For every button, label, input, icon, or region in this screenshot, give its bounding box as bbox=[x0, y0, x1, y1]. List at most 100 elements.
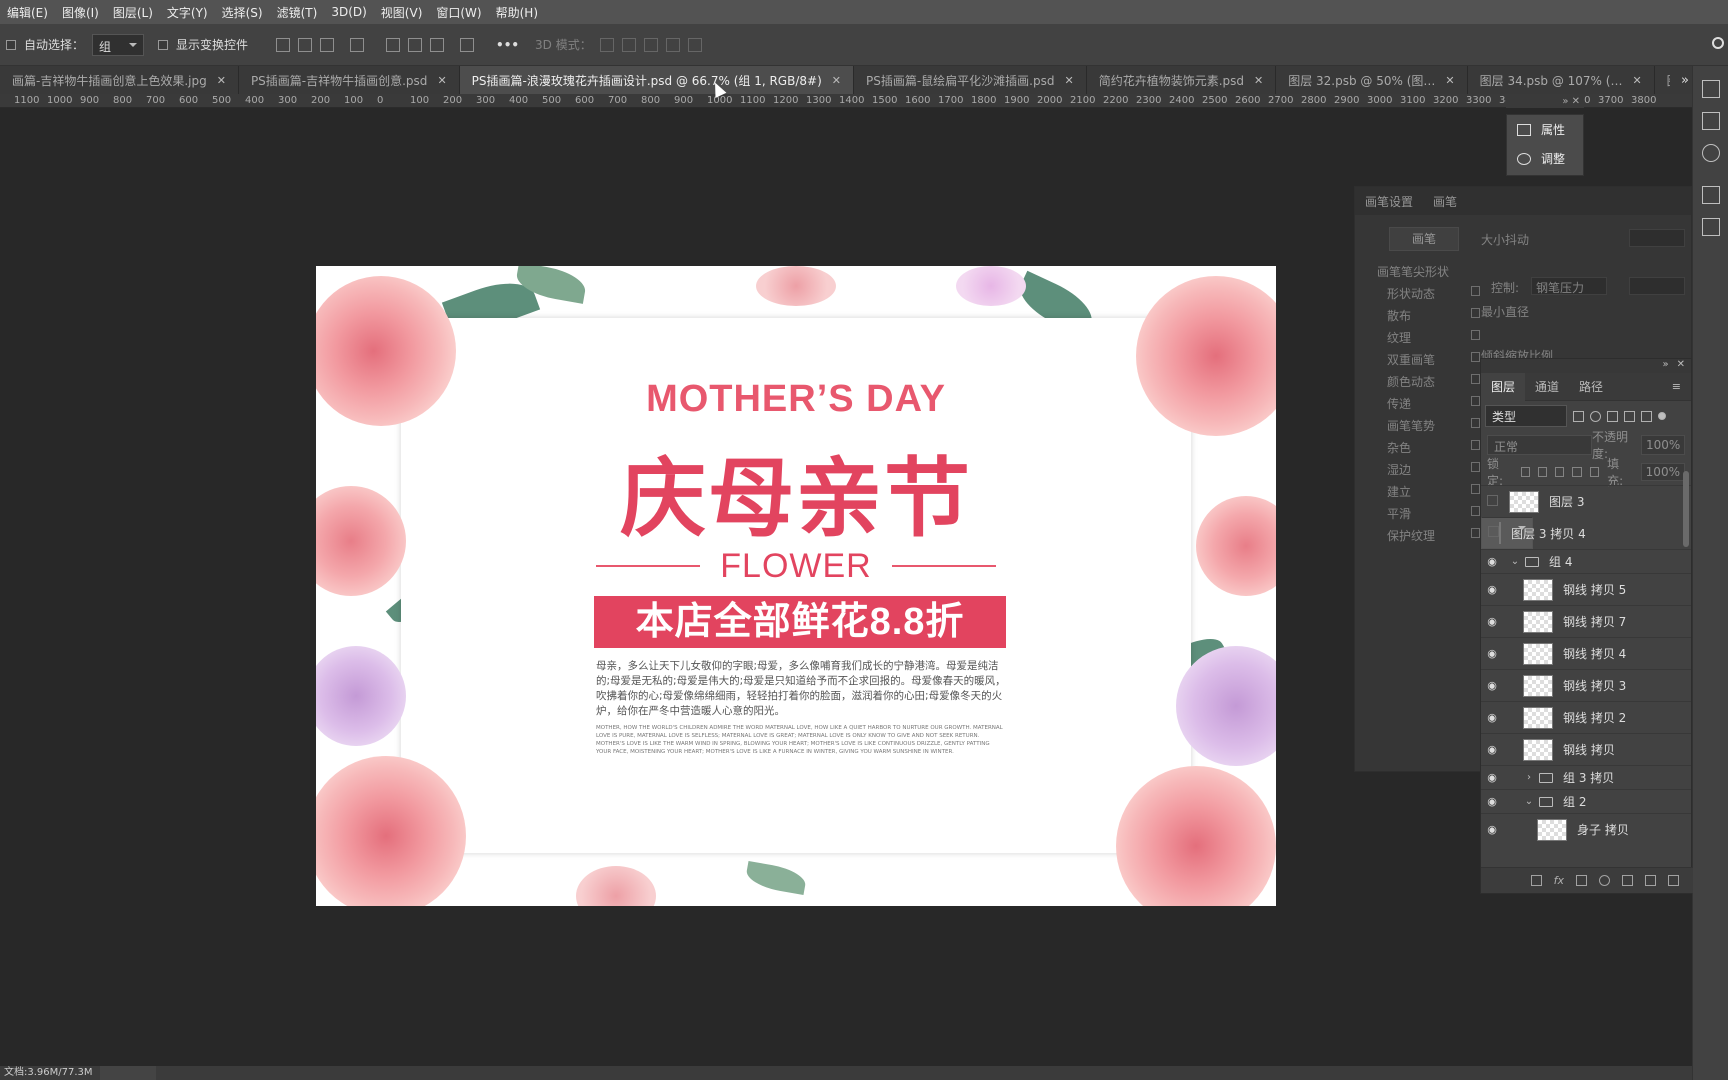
filter-type-icon[interactable] bbox=[1607, 410, 1618, 422]
close-icon[interactable]: ✕ bbox=[1677, 359, 1685, 373]
adjustments-button[interactable]: 调整 bbox=[1507, 144, 1583, 173]
menu-item[interactable]: 图层(L) bbox=[106, 4, 160, 21]
lock-icon[interactable] bbox=[1471, 308, 1480, 318]
filter-shape-icon[interactable] bbox=[1624, 410, 1635, 422]
visibility-eye-icon[interactable]: ◉ bbox=[1481, 583, 1503, 596]
lock-icon[interactable] bbox=[1471, 418, 1480, 428]
visibility-eye-icon[interactable]: ◉ bbox=[1481, 795, 1503, 808]
brush-option-item[interactable]: 颜色动态 bbox=[1387, 373, 1487, 390]
distribute-icon[interactable] bbox=[350, 37, 365, 52]
lock-icon[interactable] bbox=[1471, 484, 1480, 494]
visibility-eye-icon[interactable]: ◉ bbox=[1481, 823, 1503, 836]
filter-pixel-icon[interactable] bbox=[1573, 410, 1584, 422]
visibility-eye-icon[interactable]: ◉ bbox=[1481, 555, 1503, 568]
auto-select-checkbox[interactable] bbox=[6, 39, 16, 50]
brush-settings-icon[interactable] bbox=[1701, 186, 1720, 204]
menu-item[interactable]: 窗口(W) bbox=[429, 4, 488, 21]
visibility-eye-icon[interactable]: ◉ bbox=[1481, 743, 1503, 756]
align-bottom-icon[interactable] bbox=[430, 37, 445, 52]
document-tab[interactable]: 图层 34.psb @ 107% (… ✕ bbox=[1468, 66, 1655, 94]
close-tab-icon[interactable]: ✕ bbox=[1064, 74, 1073, 87]
document-tab[interactable]: 画篇-吉祥物牛插画创意上色效果.jpg ✕ bbox=[0, 66, 239, 94]
brush-option-item[interactable]: 形状动态 bbox=[1387, 285, 1487, 302]
lock-image-icon[interactable] bbox=[1537, 467, 1548, 477]
menu-item[interactable]: 帮助(H) bbox=[489, 4, 545, 21]
layer-row[interactable]: ◉ 钢线 拷贝 5 bbox=[1481, 573, 1691, 605]
layer-row[interactable]: ◉ 钢线 拷贝 4 bbox=[1481, 637, 1691, 669]
align-middle-icon[interactable] bbox=[408, 37, 423, 52]
3d-slide-icon[interactable] bbox=[665, 37, 680, 52]
close-tab-icon[interactable]: ✕ bbox=[1254, 74, 1263, 87]
new-group-icon[interactable] bbox=[1622, 875, 1633, 886]
document-tab[interactable]: PS插画篇-浪漫玫瑰花卉插画设计.psd @ 66.7% (组 1, RGB/8… bbox=[459, 66, 854, 94]
document-tab[interactable]: PS插画篇-吉祥物牛插画创意.psd ✕ bbox=[239, 66, 460, 94]
document-tab[interactable]: 图层 32.psb @ 50% (图… ✕ bbox=[1276, 66, 1468, 94]
document-tab[interactable]: 简约花卉植物装饰元素.psd ✕ bbox=[1087, 66, 1277, 94]
brushes-button[interactable]: 画笔 bbox=[1389, 227, 1459, 251]
new-layer-icon[interactable] bbox=[1645, 875, 1656, 886]
menu-item[interactable]: 3D(D) bbox=[324, 5, 373, 19]
properties-button[interactable]: 属性 bbox=[1507, 115, 1583, 144]
search-icon[interactable] bbox=[1712, 37, 1724, 49]
brush-option-item[interactable]: 杂色 bbox=[1387, 439, 1487, 456]
layer-row[interactable]: 图层 3 拷贝 4 bbox=[1481, 517, 1586, 549]
blend-mode-dropdown[interactable]: 正常 bbox=[1487, 435, 1593, 455]
lock-icon[interactable] bbox=[1471, 374, 1480, 384]
align-left-icon[interactable] bbox=[276, 37, 291, 52]
3d-scale-icon[interactable] bbox=[687, 37, 702, 52]
visibility-eye-icon[interactable]: ◉ bbox=[1481, 771, 1503, 784]
brush-option-item[interactable]: 纹理 bbox=[1387, 329, 1487, 346]
align-top-icon[interactable] bbox=[386, 37, 401, 52]
play-actions-icon[interactable] bbox=[1701, 112, 1720, 130]
close-tab-icon[interactable]: ✕ bbox=[1632, 74, 1641, 87]
control-dropdown[interactable]: 钢笔压力 bbox=[1531, 277, 1607, 295]
tab-layers[interactable]: 图层 bbox=[1481, 372, 1526, 401]
3d-pan-icon[interactable] bbox=[643, 37, 658, 52]
lock-transparent-icon[interactable] bbox=[1520, 467, 1530, 477]
close-tab-icon[interactable]: ✕ bbox=[437, 74, 446, 87]
layer-row[interactable]: ◉ 钢线 拷贝 7 bbox=[1481, 605, 1691, 637]
visibility-eye-icon[interactable] bbox=[1481, 495, 1503, 509]
document-tab[interactable]: PS插画篇-鼠绘扁平化沙滩插画.psd ✕ bbox=[854, 66, 1087, 94]
lock-artboard-icon[interactable] bbox=[1572, 467, 1582, 477]
layer-row[interactable]: 图层 3 bbox=[1481, 485, 1691, 517]
lock-icon[interactable] bbox=[1471, 330, 1480, 340]
3d-roll-icon[interactable] bbox=[621, 37, 636, 52]
brush-presets-icon[interactable] bbox=[1701, 218, 1720, 236]
link-layers-icon[interactable] bbox=[1530, 875, 1542, 886]
lock-position-icon[interactable] bbox=[1555, 467, 1565, 477]
lock-icon[interactable] bbox=[1471, 440, 1480, 450]
tab-channels[interactable]: 通道 bbox=[1525, 373, 1569, 401]
brush-option-item[interactable]: 湿边 bbox=[1387, 461, 1487, 478]
fill-field[interactable]: 100% bbox=[1640, 463, 1685, 481]
show-transform-checkbox[interactable] bbox=[158, 39, 169, 50]
brush-tip-shape[interactable]: 画笔笔尖形状 bbox=[1377, 263, 1477, 280]
visibility-eye-icon[interactable]: ◉ bbox=[1481, 711, 1503, 724]
brush-option-item[interactable]: 建立 bbox=[1387, 483, 1487, 500]
add-mask-icon[interactable] bbox=[1576, 875, 1587, 886]
auto-select-dropdown[interactable]: 组 bbox=[92, 33, 145, 56]
layer-row[interactable]: ◉ ⌄ 组 4 bbox=[1481, 549, 1691, 573]
history-icon[interactable] bbox=[1701, 80, 1720, 98]
document-canvas[interactable]: MOTHER’S DAY 庆母亲节 FLOWER 本店全部鲜花8.8折 母亲，多… bbox=[316, 266, 1276, 906]
align-center-icon[interactable] bbox=[298, 37, 313, 52]
layers-scrollbar[interactable] bbox=[1683, 471, 1689, 547]
opacity-field[interactable]: 100% bbox=[1641, 435, 1685, 455]
layer-row[interactable]: ◉ 钢线 拷贝 2 bbox=[1481, 701, 1691, 733]
visibility-eye-icon[interactable]: ◉ bbox=[1481, 679, 1503, 692]
brush-option-item[interactable]: 画笔笔势 bbox=[1387, 417, 1487, 434]
filter-smart-object-icon[interactable] bbox=[1641, 410, 1652, 422]
close-tab-icon[interactable]: ✕ bbox=[832, 74, 841, 87]
layer-row[interactable]: ◉ 身子 拷贝 bbox=[1481, 813, 1691, 845]
lock-icon[interactable] bbox=[1471, 286, 1480, 296]
panel-menu-icon[interactable]: ≡ bbox=[1662, 373, 1691, 401]
new-adjustment-icon[interactable] bbox=[1599, 875, 1610, 886]
lock-icon[interactable] bbox=[1471, 528, 1480, 538]
brush-option-item[interactable]: 传递 bbox=[1387, 395, 1487, 412]
group-expand-icon[interactable]: ⌄ bbox=[1523, 796, 1535, 807]
group-expand-icon[interactable]: › bbox=[1523, 772, 1535, 783]
control-value[interactable] bbox=[1629, 277, 1685, 295]
lock-icon[interactable] bbox=[1471, 352, 1480, 362]
brush-option-item[interactable]: 平滑 bbox=[1387, 505, 1487, 522]
size-jitter-value[interactable] bbox=[1629, 229, 1685, 247]
